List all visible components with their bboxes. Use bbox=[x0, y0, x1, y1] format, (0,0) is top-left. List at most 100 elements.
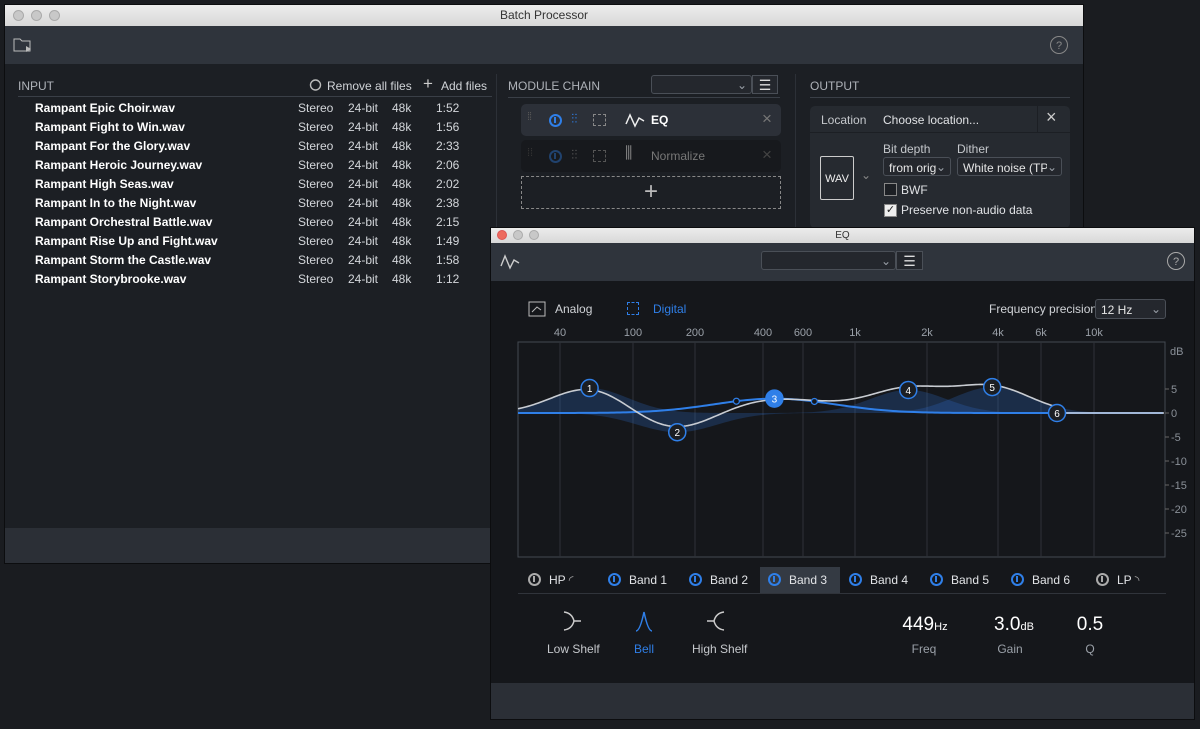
file-bits: 24-bit bbox=[348, 158, 379, 172]
analog-mode-button[interactable]: Analog bbox=[555, 302, 592, 316]
minimize-button[interactable] bbox=[31, 10, 42, 21]
file-duration: 1:12 bbox=[436, 272, 460, 286]
bwf-checkbox[interactable] bbox=[884, 183, 897, 196]
power-icon[interactable] bbox=[528, 573, 541, 586]
q-handle bbox=[732, 397, 741, 405]
minimize-button[interactable] bbox=[513, 230, 523, 240]
bell-icon[interactable] bbox=[634, 609, 654, 633]
help-icon[interactable]: ? bbox=[1166, 251, 1186, 271]
x-tick-label: 100 bbox=[624, 327, 642, 339]
high-shelf-button[interactable]: High Shelf bbox=[692, 642, 747, 656]
eq-module-icon bbox=[625, 113, 645, 128]
output-header: OUTPUT bbox=[810, 79, 860, 93]
remove-module-icon[interactable]: × bbox=[762, 109, 772, 129]
module-eq[interactable]: ⁞⁞ ⫶⫶ EQ × bbox=[521, 104, 781, 136]
module-name: Normalize bbox=[651, 149, 706, 163]
wav-file-icon[interactable]: WAV bbox=[820, 156, 854, 200]
tab-lp[interactable]: LP ◝ bbox=[1088, 567, 1160, 593]
tab-band-6[interactable]: Band 6 bbox=[1003, 567, 1083, 593]
y-tick-label: -20 bbox=[1171, 504, 1187, 516]
analog-icon[interactable] bbox=[528, 301, 546, 317]
power-icon[interactable] bbox=[608, 573, 621, 586]
low-shelf-icon[interactable] bbox=[562, 609, 582, 633]
bit-depth-dropdown[interactable]: from orig ⌄ bbox=[883, 157, 951, 176]
remove-module-icon[interactable]: × bbox=[762, 145, 772, 165]
preserve-checkbox[interactable]: ✓ bbox=[884, 204, 897, 217]
file-row[interactable]: Rampant High Seas.wav Stereo 24-bit 48k 2:02 bbox=[30, 175, 490, 194]
preset-dropdown[interactable]: ⌄ bbox=[651, 75, 752, 94]
input-divider bbox=[18, 96, 492, 97]
digital-mode-button[interactable]: Digital bbox=[653, 302, 686, 316]
power-icon[interactable] bbox=[1096, 573, 1109, 586]
bypass-icon[interactable] bbox=[593, 114, 606, 126]
sliders-icon[interactable]: ⫶⫶ bbox=[571, 111, 578, 127]
plot-area bbox=[517, 341, 1166, 558]
precision-dropdown[interactable]: 12 Hz ⌄ bbox=[1095, 299, 1166, 319]
power-icon[interactable] bbox=[1011, 573, 1024, 586]
y-unit-label: dB bbox=[1170, 346, 1183, 358]
bell-button[interactable]: Bell bbox=[634, 642, 654, 656]
high-shelf-icon[interactable] bbox=[706, 609, 726, 633]
batch-folder-icon[interactable] bbox=[13, 37, 33, 53]
zoom-button[interactable] bbox=[529, 230, 539, 240]
toolbar: ? bbox=[5, 26, 1083, 64]
file-duration: 2:02 bbox=[436, 177, 460, 191]
drag-handle-icon[interactable]: ⁞⁞ bbox=[527, 147, 533, 159]
file-row[interactable]: Rampant Storybrooke.wav Stereo 24-bit 48k 1:… bbox=[30, 270, 490, 289]
file-row[interactable]: Rampant Epic Choir.wav Stereo 24-bit 48k 1:5… bbox=[30, 99, 490, 118]
close-button[interactable] bbox=[13, 10, 24, 21]
power-icon[interactable] bbox=[930, 573, 943, 586]
power-icon[interactable] bbox=[549, 114, 562, 127]
zoom-button[interactable] bbox=[49, 10, 60, 21]
add-files-button[interactable]: Add files bbox=[441, 79, 487, 93]
file-bits: 24-bit bbox=[348, 272, 379, 286]
file-channels: Stereo bbox=[298, 177, 334, 191]
q-value[interactable]: 0.5 bbox=[1066, 614, 1114, 636]
y-tick-label: -25 bbox=[1171, 528, 1187, 540]
freq-value[interactable]: 449Hz bbox=[893, 614, 957, 636]
file-row[interactable]: Rampant Fight to Win.wav Stereo 24-bit 48k 1… bbox=[30, 118, 490, 137]
eq-preset-dropdown[interactable]: ⌄ bbox=[761, 251, 896, 270]
chain-menu-button[interactable]: ☰ bbox=[752, 75, 778, 94]
eq-menu-button[interactable]: ☰ bbox=[896, 251, 923, 270]
file-row[interactable]: Rampant Orchestral Battle.wav Stereo 24-bi… bbox=[30, 213, 490, 232]
file-row[interactable]: Rampant In to the Night.wav Stereo 24-bit 4… bbox=[30, 194, 490, 213]
tabs-divider bbox=[518, 593, 1166, 594]
tab-band-2[interactable]: Band 2 bbox=[681, 567, 760, 593]
add-module-button[interactable]: + bbox=[521, 176, 781, 209]
eq-graph[interactable]: 40 100 200 400 600 1k 2k 4k 6k 10k dB 5 0 -5 -10 -15 -20… bbox=[505, 320, 1195, 565]
module-normalize[interactable]: ⁞⁞ ⫶⫶ ⫼ Normalize × bbox=[521, 140, 781, 172]
close-button[interactable] bbox=[497, 230, 507, 240]
power-icon[interactable] bbox=[849, 573, 862, 586]
power-icon[interactable] bbox=[689, 573, 702, 586]
format-chevron-icon[interactable]: ⌄ bbox=[861, 168, 871, 182]
dither-dropdown[interactable]: White noise (TPD ⌄ bbox=[957, 157, 1062, 176]
power-icon[interactable] bbox=[768, 573, 781, 586]
tab-band-1[interactable]: Band 1 bbox=[600, 567, 680, 593]
gain-number: 3.0 bbox=[994, 614, 1021, 635]
remove-all-files-button[interactable]: Remove all files bbox=[327, 79, 412, 93]
clear-location-icon[interactable]: × bbox=[1046, 107, 1057, 128]
file-row[interactable]: Rampant Rise Up and Fight.wav Stereo 24-bi… bbox=[30, 232, 490, 251]
low-shelf-button[interactable]: Low Shelf bbox=[547, 642, 600, 656]
tab-band-5[interactable]: Band 5 bbox=[922, 567, 1002, 593]
digital-icon[interactable] bbox=[627, 302, 639, 315]
location-field[interactable]: Choose location... bbox=[883, 113, 979, 127]
tab-hp[interactable]: HP ◜ bbox=[520, 567, 592, 593]
help-icon[interactable]: ? bbox=[1049, 35, 1069, 55]
file-channels: Stereo bbox=[298, 253, 334, 267]
file-row[interactable]: Rampant For the Glory.wav Stereo 24-bit 48k… bbox=[30, 137, 490, 156]
drag-handle-icon[interactable]: ⁞⁞ bbox=[527, 111, 532, 123]
bit-depth-value: from orig bbox=[889, 161, 937, 175]
tab-band-3[interactable]: Band 3 bbox=[760, 567, 840, 593]
location-label: Location bbox=[821, 113, 867, 127]
sliders-icon[interactable]: ⫶⫶ bbox=[571, 147, 578, 163]
power-icon[interactable] bbox=[549, 150, 562, 163]
file-row[interactable]: Rampant Storm the Castle.wav Stereo 24-bit… bbox=[30, 251, 490, 270]
bypass-icon[interactable] bbox=[593, 150, 606, 162]
normalize-module-icon: ⫼ bbox=[625, 145, 633, 162]
gain-value[interactable]: 3.0dB bbox=[982, 614, 1046, 636]
file-rate: 48k bbox=[392, 139, 412, 153]
tab-band-4[interactable]: Band 4 bbox=[841, 567, 921, 593]
file-row[interactable]: Rampant Heroic Journey.wav Stereo 24-bit 48… bbox=[30, 156, 490, 175]
